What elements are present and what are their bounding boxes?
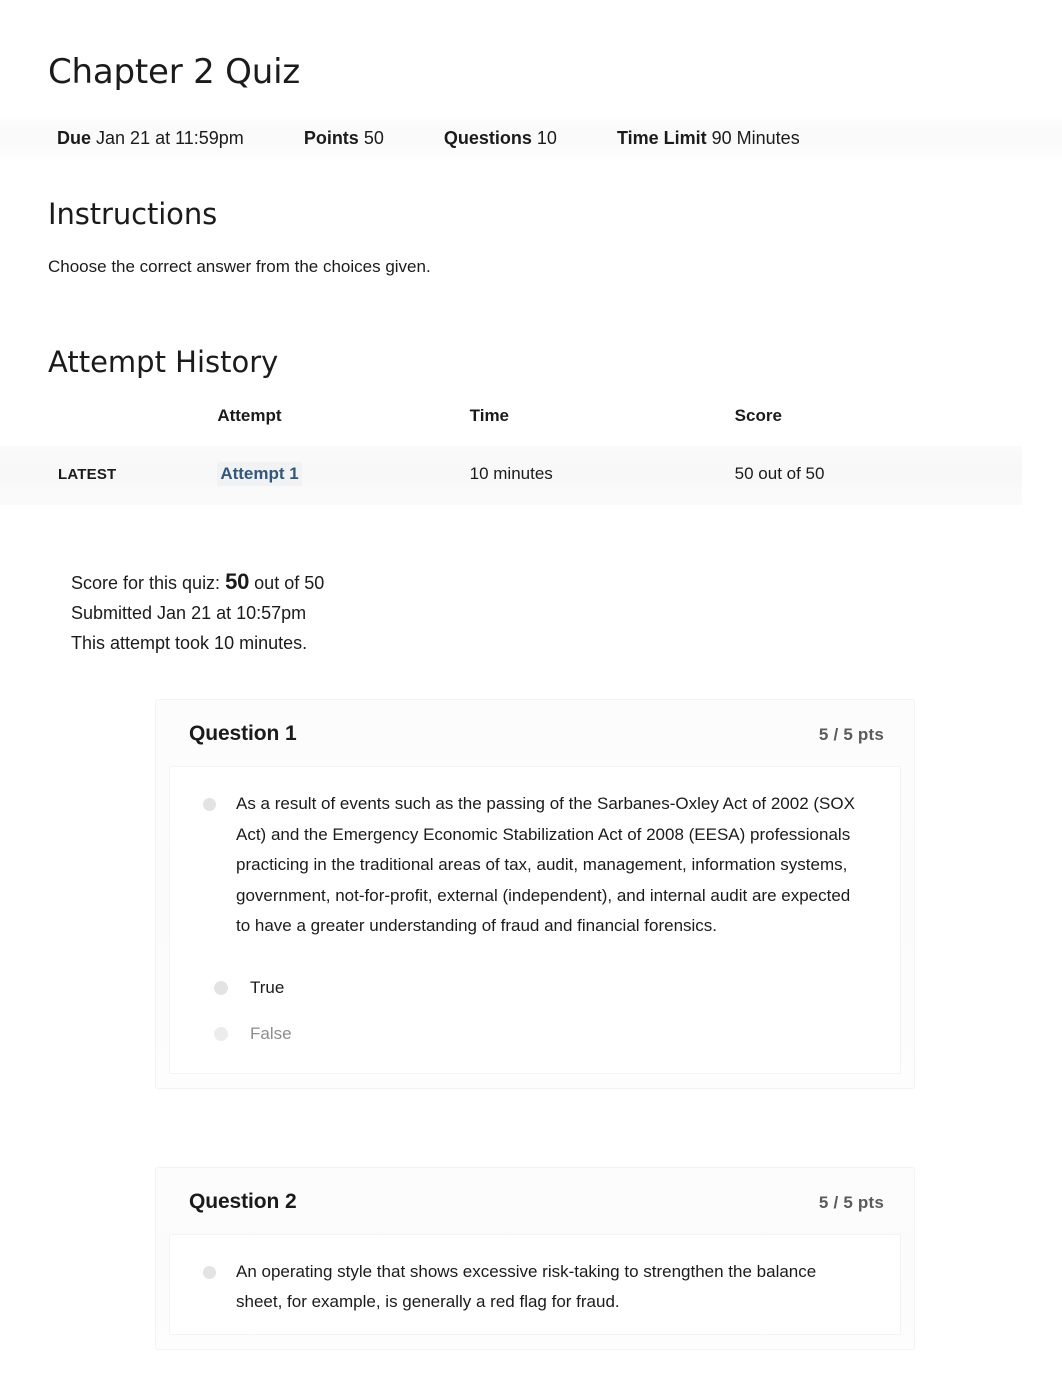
attempt-latest-cell: LATEST [0,446,217,505]
question-1-name: Question 1 [189,722,297,745]
question-marker-icon [203,1265,216,1279]
attempt-history-heading: Attempt History [48,345,279,379]
duration-line: This attempt took 10 minutes. [71,633,308,653]
attempt-history-table: Attempt Time Score LATEST Attempt 1 10 m… [0,406,1022,535]
quiz-meta-due: Due Jan 21 at 11:59pm [57,127,244,149]
status-badge: LATEST [58,466,117,483]
column-header-time: Time [469,406,735,446]
quiz-meta-time-limit-value: 90 Minutes [711,128,800,148]
question-2: Question 2 5 / 5 pts An operating style … [155,1166,915,1350]
table-header-row: Attempt Time Score [0,406,1022,446]
score-value: 50 [225,569,250,594]
question-2-text: An operating style that shows excessive … [236,1261,817,1312]
answer-option-true[interactable]: True [170,965,900,1011]
attempt-score-cell: 50 out of 50 [734,464,825,483]
attempt-time-cell: 10 minutes [469,464,553,483]
column-header-attempt: Attempt [217,406,470,446]
questions-list: Question 1 5 / 5 pts As a result of even… [0,658,1062,1350]
question-2-body: An operating style that shows excessive … [169,1233,901,1335]
answer-option-true-label: True [250,977,285,997]
quiz-meta-points-label: Points [303,128,359,148]
quiz-meta-questions-label: Questions [443,128,532,148]
instructions-heading: Instructions [48,197,218,231]
quiz-meta-points: Points 50 [304,127,384,149]
submitted-line: Submitted Jan 21 at 10:57pm [71,603,307,623]
quiz-results-page: Chapter 2 Quiz Due Jan 21 at 11:59pm Poi… [0,0,1062,1350]
question-2-header: Question 2 5 / 5 pts [156,1168,914,1234]
table-footer-spacer [0,505,1022,535]
score-line: Score for this quiz: 50 out of 50 [71,567,1062,598]
question-1-points: 5 / 5 pts [818,725,884,744]
quiz-meta-questions: Questions 10 [444,127,557,149]
page-title: Chapter 2 Quiz [48,52,300,92]
attempt-number-cell: Attempt 1 [217,446,469,505]
quiz-meta-due-value: Jan 21 at 11:59pm [96,128,244,148]
instructions-text: Choose the correct answer from the choic… [48,257,431,276]
column-header-blank [0,406,218,446]
quiz-meta-time-limit-label: Time Limit [616,128,707,148]
column-header-score: Score [734,406,1022,446]
question-1-header: Question 1 5 / 5 pts [156,700,914,766]
table-footer-cell [0,505,1022,535]
question-2-text-row: An operating style that shows excessive … [170,1257,900,1318]
answer-option-false[interactable]: False [170,1011,900,1057]
score-prefix: Score for this quiz: [71,573,221,593]
attempt-history-header: Attempt Time Score [0,406,1022,446]
question-1: Question 1 5 / 5 pts As a result of even… [155,699,915,1089]
question-1-text-row: As a result of events such as the passin… [170,789,900,942]
quiz-meta-points-value: 50 [363,128,384,148]
question-1-text: As a result of events such as the passin… [236,794,855,935]
answer-option-false-label: False [250,1023,292,1043]
attempt-1-link[interactable]: Attempt 1 [217,462,302,486]
quiz-meta-due-label: Due [57,128,92,148]
quiz-meta-questions-value: 10 [536,128,557,148]
score-suffix: out of 50 [254,573,325,593]
table-row: LATEST Attempt 1 10 minutes 50 out of 50 [0,446,1022,505]
quiz-meta-time-limit: Time Limit 90 Minutes [617,127,800,149]
question-2-points: 5 / 5 pts [818,1192,884,1212]
question-1-answers: True False [170,942,900,1057]
question-2-name: Question 2 [189,1189,297,1213]
quiz-metadata-bar: Due Jan 21 at 11:59pm Points 50 Question… [0,116,1062,160]
radio-icon [214,980,228,995]
question-1-body: As a result of events such as the passin… [169,766,901,1074]
question-marker-icon [203,798,216,811]
score-summary: Score for this quiz: 50 out of 50 Submit… [0,535,1062,658]
radio-icon [214,1026,228,1041]
